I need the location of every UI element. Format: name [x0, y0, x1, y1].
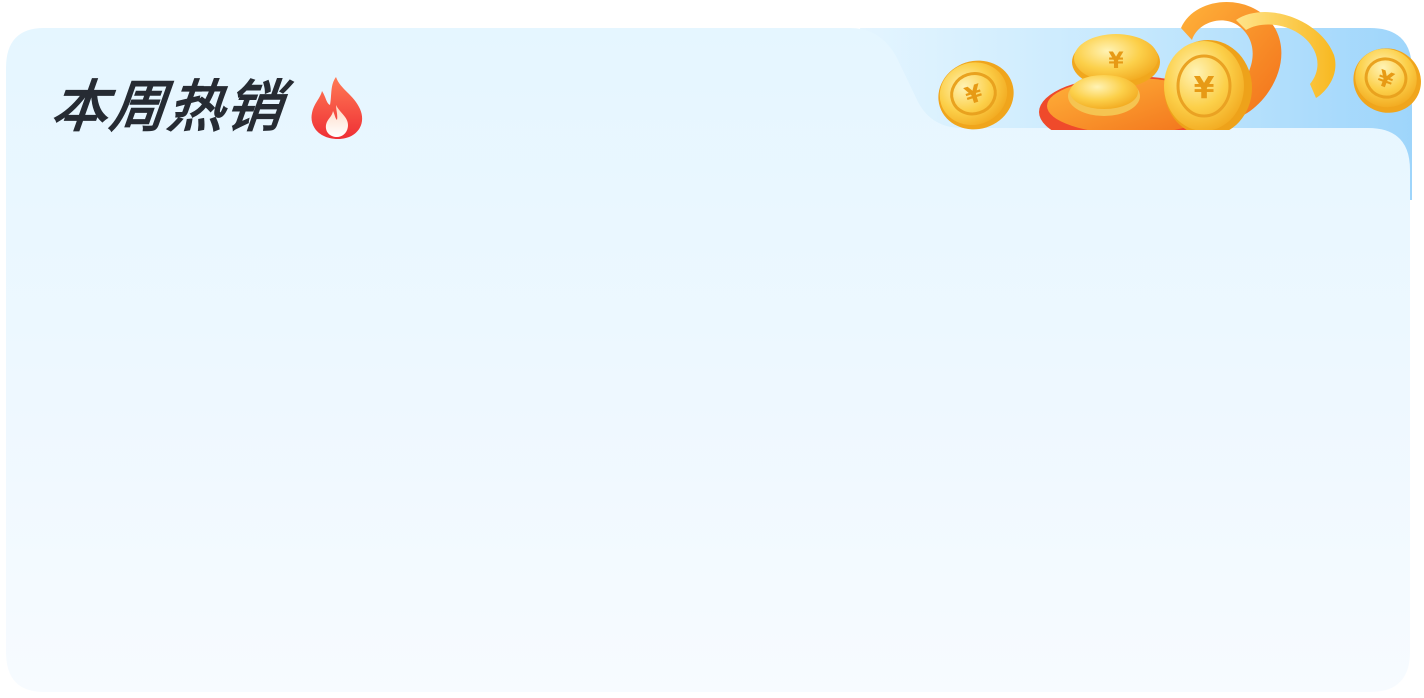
- svg-text:¥: ¥: [1194, 71, 1215, 106]
- section-title: 本周热销: [48, 75, 288, 140]
- fire-icon: [311, 77, 363, 139]
- section-header: 本周热销: [48, 72, 368, 144]
- svg-text:¥: ¥: [1108, 49, 1124, 74]
- hot-sales-card: 本周热销 ¥ ¥ ¥ ¥: [0, 0, 1424, 698]
- gold-coins-icon: ¥ ¥ ¥ ¥: [938, 2, 1421, 130]
- hot-sales-card-stage: 本周热销 ¥ ¥ ¥ ¥: [0, 0, 1424, 698]
